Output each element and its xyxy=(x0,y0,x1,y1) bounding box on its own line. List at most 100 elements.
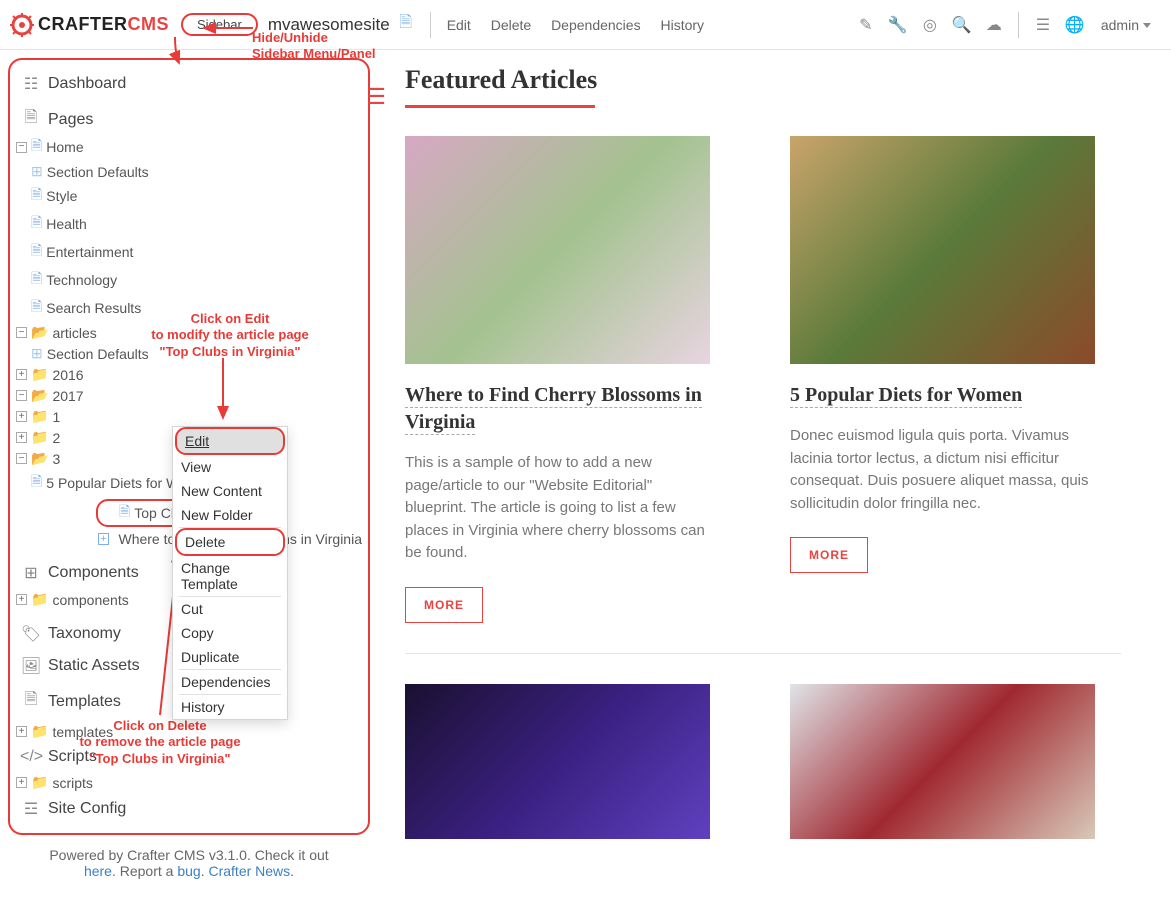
wrench-icon[interactable]: 🔧 xyxy=(882,15,914,35)
brand-text-1: CRAFTER xyxy=(38,14,128,35)
more-button[interactable]: MORE xyxy=(790,537,868,573)
folder-icon: 📁 xyxy=(31,723,48,740)
ctx-view[interactable]: View xyxy=(173,455,287,479)
globe-icon[interactable]: 🌐 xyxy=(1059,15,1091,35)
file-icon: 🗎 xyxy=(20,688,42,715)
nav-label: Site Config xyxy=(48,800,126,818)
sidebar-toggle-button[interactable]: Sidebar xyxy=(181,13,258,36)
ctx-copy[interactable]: Copy xyxy=(173,621,287,645)
toolbar-edit[interactable]: Edit xyxy=(447,17,471,33)
footer-link-news[interactable]: Crafter News xyxy=(208,863,290,879)
nav-label: Pages xyxy=(48,111,93,129)
target-icon[interactable]: ◎ xyxy=(914,15,946,35)
footer-text: . xyxy=(290,863,294,879)
nav-site-config[interactable]: ☲ Site Config xyxy=(16,793,362,825)
file-icon: 🗎 xyxy=(31,268,42,292)
tree-label: Search Results xyxy=(46,300,141,316)
brand-text-2: CMS xyxy=(128,14,170,35)
brand-logo[interactable]: CRAFTERCMS xyxy=(10,13,169,37)
topbar: CRAFTERCMS Sidebar mvawesomesite 🗎 Edit … xyxy=(0,0,1171,50)
tag-icon: 🏷 xyxy=(20,624,42,644)
ctx-edit[interactable]: Edit xyxy=(175,427,285,455)
pencil-icon[interactable]: ✎ xyxy=(850,15,882,35)
heading-underline xyxy=(405,105,595,108)
tree-section-defaults[interactable]: ⊞Section Defaults xyxy=(16,161,362,182)
preview-content: Featured Articles Where to Find Cherry B… xyxy=(375,50,1171,899)
tree-search-results[interactable]: 🗎Search Results xyxy=(16,294,362,322)
toolbar-dependencies[interactable]: Dependencies xyxy=(551,17,641,33)
gear-icon xyxy=(10,13,34,37)
tree-month-1[interactable]: +📁1 xyxy=(16,406,362,427)
article-card-diets[interactable]: 5 Popular Diets for Women Donec euismod … xyxy=(790,136,1095,623)
nav-label: Taxonomy xyxy=(48,625,121,643)
tree-label: Health xyxy=(46,216,86,232)
folder-icon: 📁 xyxy=(31,366,48,383)
dashboard-icon: ☷ xyxy=(20,74,42,94)
menu-icon[interactable]: ☰ xyxy=(1027,15,1059,35)
ctx-history[interactable]: History xyxy=(173,695,287,719)
footer-text: . Report a xyxy=(112,863,177,879)
new-content-icon: + xyxy=(98,533,109,545)
card-title[interactable]: Where to Find Cherry Blossoms in Virgini… xyxy=(405,384,702,435)
article-card-cherry[interactable]: Where to Find Cherry Blossoms in Virgini… xyxy=(405,136,710,623)
tree-style[interactable]: 🗎Style xyxy=(16,182,362,210)
ctx-new-folder[interactable]: New Folder xyxy=(173,503,287,527)
sidebar: ☰ ☷Dashboard 🗎Pages −🗎Home ⊞Section Defa… xyxy=(0,50,375,899)
user-menu[interactable]: admin xyxy=(1091,17,1161,33)
ctx-label: Edit xyxy=(185,433,209,449)
user-name: admin xyxy=(1101,17,1139,33)
puzzle-icon: ⊞ xyxy=(31,163,43,180)
tree-label: Where to xyxy=(118,531,175,547)
nav-scripts[interactable]: </>Scripts xyxy=(16,742,362,772)
ctx-new-content[interactable]: New Content xyxy=(173,479,287,503)
tree-label: templates xyxy=(52,724,113,740)
toolbar-history[interactable]: History xyxy=(660,17,704,33)
ctx-dependencies[interactable]: Dependencies xyxy=(173,670,287,694)
ctx-delete[interactable]: Delete xyxy=(175,528,285,556)
sliders-icon: ☲ xyxy=(20,799,42,819)
file-icon: 🗎 xyxy=(31,135,42,159)
tree-label: scripts xyxy=(52,775,92,791)
code-icon: </> xyxy=(20,748,42,766)
toolbar-delete[interactable]: Delete xyxy=(491,17,531,33)
tree-technology[interactable]: 🗎Technology xyxy=(16,266,362,294)
folder-open-icon: 📂 xyxy=(31,387,48,404)
card-title[interactable]: 5 Popular Diets for Women xyxy=(790,384,1022,408)
tree-label: 3 xyxy=(52,451,60,467)
footer: Powered by Crafter CMS v3.1.0. Check it … xyxy=(8,835,370,891)
ctx-change-template[interactable]: Change Template xyxy=(173,556,287,596)
footer-link-bug[interactable]: bug xyxy=(177,863,200,879)
search-icon[interactable]: 🔍 xyxy=(946,15,978,35)
toolbar-links: Edit Delete Dependencies History xyxy=(439,17,712,33)
more-button[interactable]: MORE xyxy=(405,587,483,623)
tree-templates[interactable]: +📁templates xyxy=(16,721,362,742)
tree-label: 2017 xyxy=(52,388,83,404)
nav-label: Templates xyxy=(48,693,121,711)
footer-link-here[interactable]: here xyxy=(84,863,112,879)
tree-section-defaults-2[interactable]: ⊞Section Defaults xyxy=(16,343,362,364)
tree-scripts[interactable]: +📁scripts xyxy=(16,772,362,793)
ctx-duplicate[interactable]: Duplicate xyxy=(173,645,287,669)
cloud-icon[interactable]: ☁ xyxy=(978,15,1010,35)
tree-label: 2 xyxy=(52,430,60,446)
article-card-3[interactable] xyxy=(405,684,710,857)
tree-entertainment[interactable]: 🗎Entertainment xyxy=(16,238,362,266)
tree-2017[interactable]: −📂2017 xyxy=(16,385,362,406)
ctx-cut[interactable]: Cut xyxy=(173,597,287,621)
tree-articles[interactable]: −📂articles xyxy=(16,322,362,343)
card-image xyxy=(405,684,710,839)
preview-hamburger-icon[interactable]: ☰ xyxy=(366,84,386,110)
image-icon: 🖼 xyxy=(20,656,42,676)
page-icon[interactable]: 🗎 xyxy=(390,11,422,38)
card-image xyxy=(790,684,1095,839)
tree-label: ns in Virginia xyxy=(282,531,362,547)
nav-pages[interactable]: 🗎 Pages xyxy=(16,100,362,133)
page-icon: 🗎 xyxy=(20,106,42,133)
tree-2016[interactable]: +📁2016 xyxy=(16,364,362,385)
article-card-4[interactable] xyxy=(790,684,1095,857)
tree-health[interactable]: 🗎Health xyxy=(16,210,362,238)
tree-label: Home xyxy=(46,139,83,155)
nav-dashboard[interactable]: ☷Dashboard xyxy=(16,68,362,100)
tree-home[interactable]: −🗎Home xyxy=(16,133,362,161)
folder-icon: 📁 xyxy=(31,429,48,446)
